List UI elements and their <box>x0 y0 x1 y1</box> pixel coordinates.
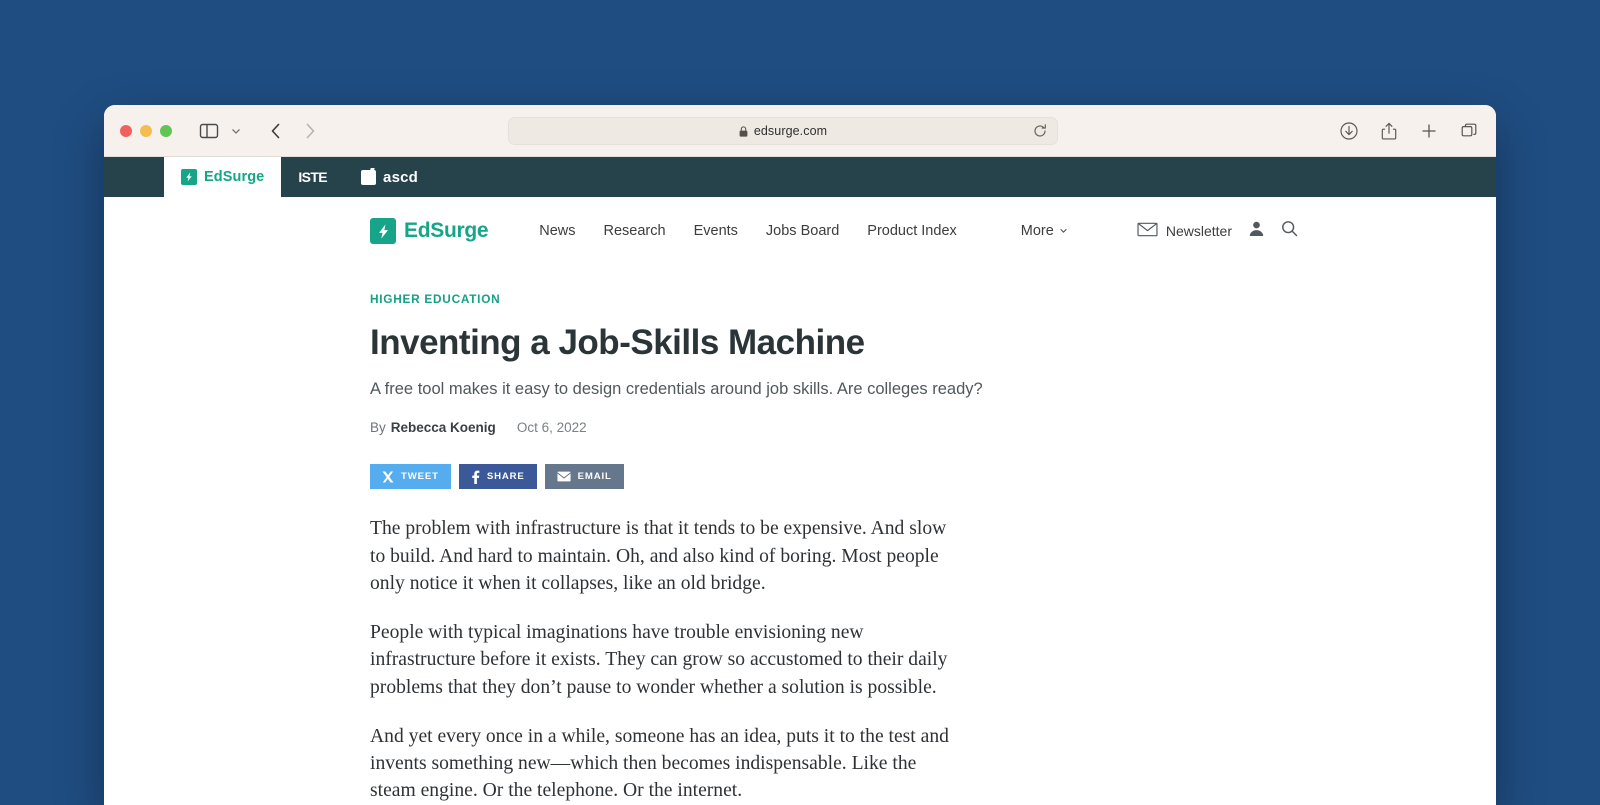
ascd-mark-icon <box>361 169 377 185</box>
nav-item-product-index[interactable]: Product Index <box>853 223 970 239</box>
chevron-down-icon <box>1059 223 1068 239</box>
forward-button[interactable] <box>300 120 320 142</box>
article-category[interactable]: HIGHER EDUCATION <box>370 292 1436 306</box>
share-facebook-label: SHARE <box>486 471 525 483</box>
browser-tab-ascd[interactable]: ascd <box>344 157 435 197</box>
site-header: EdSurge News Research Events Jobs Board … <box>104 197 1496 265</box>
share-tweet-button[interactable]: TWEET <box>370 464 451 490</box>
url-text: edsurge.com <box>753 124 828 138</box>
browser-tab-edsurge[interactable]: EdSurge <box>164 157 282 197</box>
page-content: EdSurge News Research Events Jobs Board … <box>104 197 1496 805</box>
share-facebook-button[interactable]: SHARE <box>458 464 537 490</box>
person-icon[interactable] <box>1248 220 1265 242</box>
edsurge-bolt-icon <box>181 169 197 185</box>
article-date: Oct 6, 2022 <box>516 420 587 436</box>
share-email-button[interactable]: EMAIL <box>544 464 624 490</box>
tab-overview-icon[interactable] <box>1460 122 1478 140</box>
envelope-icon <box>1137 222 1158 240</box>
lock-icon <box>739 125 748 137</box>
article-paragraph: And yet every once in a while, someone h… <box>370 725 949 802</box>
header-actions: Newsletter <box>1137 220 1298 242</box>
iste-wordmark-icon: ISTE <box>298 169 328 185</box>
envelope-icon <box>557 471 571 482</box>
article-byline: By Rebecca Koenig Oct 6, 2022 <box>370 420 1436 435</box>
share-email-label: EMAIL <box>577 471 612 483</box>
newsletter-link[interactable]: Newsletter <box>1137 222 1232 240</box>
article-dek: A free tool makes it easy to design cred… <box>370 380 983 399</box>
tab-strip: EdSurge ISTE ascd <box>104 157 1496 197</box>
browser-tab-iste[interactable]: ISTE <box>281 157 344 197</box>
close-window-button[interactable] <box>120 124 132 137</box>
article: HIGHER EDUCATION Inventing a Job-Skills … <box>104 292 1496 805</box>
browser-toolbar: edsurge.com <box>104 105 1496 157</box>
download-icon[interactable] <box>1340 122 1358 140</box>
article-headline: Inventing a Job-Skills Machine <box>370 323 865 362</box>
tab-label: EdSurge <box>204 169 265 185</box>
share-tweet-label: TWEET <box>401 471 439 483</box>
primary-navigation: News Research Events Jobs Board Product … <box>525 223 1068 239</box>
nav-item-events[interactable]: Events <box>680 223 752 239</box>
toolbar-actions <box>1340 105 1478 157</box>
nav-item-news[interactable]: News <box>525 223 589 239</box>
reload-icon[interactable] <box>1033 124 1047 138</box>
address-bar-content: edsurge.com <box>739 124 827 138</box>
edsurge-logo[interactable]: EdSurge <box>370 218 489 244</box>
lightning-bolt-icon <box>370 218 396 244</box>
nav-item-more[interactable]: More <box>1021 223 1068 239</box>
x-twitter-icon <box>382 471 394 483</box>
article-body: The problem with infrastructure is that … <box>370 515 950 804</box>
facebook-icon <box>471 470 480 484</box>
minimize-window-button[interactable] <box>140 124 152 137</box>
sidebar-chevron-down-icon[interactable] <box>229 124 243 138</box>
maximize-window-button[interactable] <box>160 124 172 137</box>
article-author[interactable]: Rebecca Koenig <box>391 420 496 435</box>
article-paragraph: People with typical imaginations have tr… <box>370 622 948 698</box>
nav-more-label: More <box>1020 223 1054 239</box>
address-bar[interactable]: edsurge.com <box>508 117 1058 145</box>
sidebar-toggle-icon[interactable] <box>198 120 220 142</box>
tab-label: ascd <box>383 168 419 186</box>
share-buttons: TWEET SHARE EMAIL <box>370 464 1436 490</box>
window-controls <box>120 124 172 137</box>
share-icon[interactable] <box>1380 122 1398 140</box>
newsletter-label: Newsletter <box>1165 223 1232 239</box>
byline-prefix: By <box>370 420 386 436</box>
nav-item-research[interactable]: Research <box>590 223 680 239</box>
back-button[interactable] <box>266 120 286 142</box>
search-icon[interactable] <box>1281 220 1298 242</box>
article-paragraph: The problem with infrastructure is that … <box>370 518 947 594</box>
brand-name: EdSurge <box>404 219 489 242</box>
nav-item-jobs-board[interactable]: Jobs Board <box>752 223 853 239</box>
new-tab-icon[interactable] <box>1420 122 1438 140</box>
browser-window: edsurge.com EdSurge ISTE ascd EdSurge Ne… <box>104 105 1496 805</box>
